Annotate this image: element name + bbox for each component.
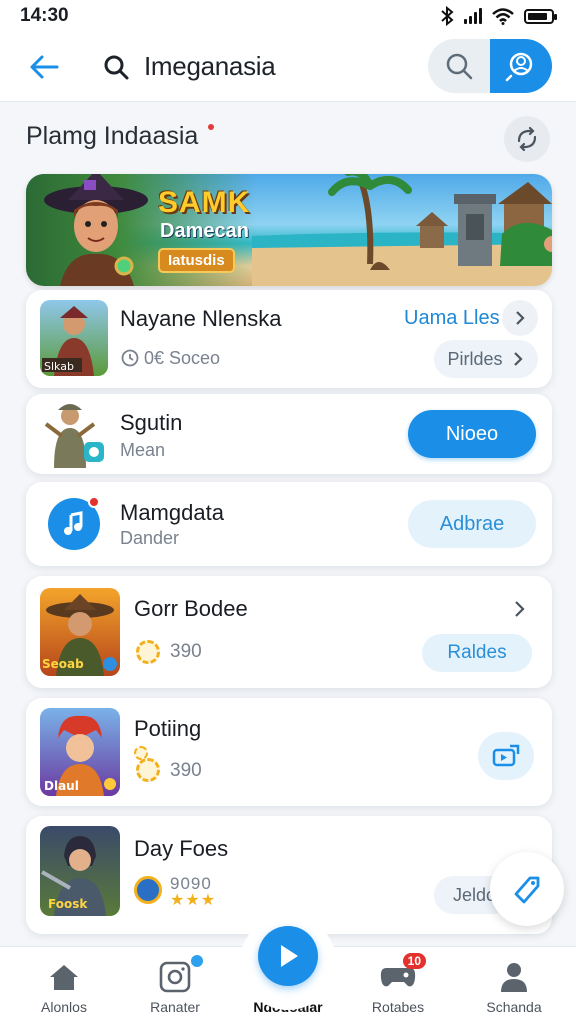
- nav-item-ranater[interactable]: Ranater: [125, 947, 225, 1024]
- item-title: Nayane Nlenska: [120, 306, 282, 331]
- bluetooth-icon: [441, 6, 454, 26]
- notification-dot: [208, 124, 214, 130]
- list-item[interactable]: Sgutin Mean Nioeo: [26, 394, 552, 474]
- status-icons: [440, 6, 557, 26]
- video-share-icon: [492, 744, 520, 767]
- item-subtitle: Dander: [120, 528, 180, 548]
- profile-search-button[interactable]: [490, 39, 552, 93]
- person-icon: [496, 959, 532, 995]
- coin-icon: [136, 640, 160, 664]
- instagram-icon: [157, 955, 203, 995]
- item-title: Potiing: [134, 716, 202, 741]
- list-item[interactable]: Slkab Nayane Nlenska 0€ Soceo Uama Lles …: [26, 290, 552, 388]
- details-button-label: Pirldes: [447, 348, 503, 369]
- share-button[interactable]: [478, 732, 534, 780]
- search-icon: [446, 53, 473, 80]
- header-title: Imeganasia: [144, 51, 276, 81]
- hero-image: Dlaul: [44, 715, 116, 796]
- item-coins: 390: [170, 641, 202, 662]
- home-icon: [46, 959, 82, 995]
- game-thumbnail: Seoab: [40, 588, 120, 676]
- nav-label: Rotabes: [371, 999, 425, 1015]
- game-thumbnail: Dlaul: [40, 708, 120, 796]
- cowboy-image: Seoab: [42, 594, 117, 676]
- rating-stars-icon: ★★★: [170, 892, 217, 909]
- nav-label: Schanda: [486, 999, 542, 1015]
- status-bar: 14:30: [0, 0, 576, 32]
- item-coins: 390: [170, 760, 202, 781]
- game-thumbnail: Foosk: [40, 826, 120, 916]
- item-title: Gorr Bodee: [134, 596, 248, 621]
- coin-icon: [136, 758, 160, 782]
- banner-subtitle: Damecan: [160, 220, 249, 242]
- soldier-image: [44, 404, 104, 468]
- item-link[interactable]: Uama Lles: [404, 307, 500, 330]
- nav-label: Ranater: [150, 999, 200, 1015]
- list-item[interactable]: Dlaul Potiing 390: [26, 698, 552, 806]
- user-search-icon: [505, 52, 533, 82]
- chevron-right-icon[interactable]: [512, 600, 526, 618]
- featured-banner[interactable]: SAMK Damecan Iatusdis: [26, 174, 552, 286]
- banner-scene-image: [252, 174, 552, 286]
- section-title: Plamg Indaasia: [26, 122, 199, 150]
- svg-text:Slkab: Slkab: [44, 360, 74, 373]
- coin-icon: [134, 876, 162, 904]
- details-button[interactable]: Pirldes: [434, 340, 538, 378]
- music-app-icon: [48, 496, 100, 550]
- back-button[interactable]: [24, 47, 64, 87]
- warrior-image: Foosk: [41, 836, 106, 916]
- play-button[interactable]: [258, 926, 318, 986]
- nav-item-profile[interactable]: Schanda: [464, 947, 564, 1024]
- item-subtitle: Mean: [120, 440, 166, 460]
- battery-icon: [524, 8, 557, 24]
- search-button[interactable]: [428, 39, 490, 93]
- nav-item-rotabes[interactable]: 10 Rotabes: [348, 947, 448, 1024]
- game-art-image: Slkab: [42, 306, 94, 376]
- floating-action-button[interactable]: [490, 852, 564, 926]
- section-action-button[interactable]: [504, 116, 550, 162]
- svg-text:Foosk: Foosk: [48, 897, 88, 911]
- chevron-right-button[interactable]: [502, 300, 538, 336]
- signal-icon: [464, 8, 482, 24]
- item-meta: 0€ Soceo: [144, 348, 221, 368]
- header-actions: [428, 39, 552, 93]
- music-note-icon: [64, 511, 83, 535]
- svg-text:Dlaul: Dlaul: [44, 779, 79, 793]
- notification-badge: 10: [402, 953, 426, 969]
- arrow-left-icon: [30, 55, 59, 78]
- item-title: Mamgdata: [120, 500, 224, 525]
- primary-action-button[interactable]: Nioeo: [408, 410, 536, 458]
- play-icon: [281, 945, 298, 967]
- game-thumbnail: [40, 396, 110, 472]
- item-title: Sgutin: [120, 410, 183, 435]
- app-header: Imeganasia: [0, 32, 576, 102]
- banner-character-image: [44, 174, 148, 286]
- refresh-icon: [517, 126, 537, 152]
- list-item[interactable]: Mamgdata Dander Adbrae: [26, 482, 552, 566]
- clock-icon: [121, 349, 139, 367]
- chevron-right-icon: [516, 311, 525, 325]
- status-time: 14:30: [20, 5, 69, 26]
- game-thumbnail: Slkab: [40, 300, 108, 376]
- notification-dot: [88, 496, 100, 508]
- chevron-right-icon: [513, 352, 523, 366]
- gamepad-icon: 10: [380, 953, 426, 995]
- banner-tag[interactable]: Iatusdis: [158, 248, 235, 273]
- item-title: Day Foes: [134, 836, 229, 861]
- nav-item-home[interactable]: Alonlos: [14, 947, 114, 1024]
- wifi-icon: [492, 7, 514, 25]
- notification-dot: [191, 955, 203, 967]
- nav-label: Alonlos: [41, 999, 87, 1015]
- list-item[interactable]: Seoab Gorr Bodee 390 Raldes: [26, 576, 552, 688]
- item-action-button[interactable]: Raldes: [422, 634, 532, 672]
- add-button[interactable]: Adbrae: [408, 500, 536, 548]
- search-icon: [102, 53, 130, 81]
- svg-text:Seoab: Seoab: [42, 657, 84, 671]
- banner-title: SAMK: [158, 186, 251, 219]
- tag-icon: [514, 876, 540, 904]
